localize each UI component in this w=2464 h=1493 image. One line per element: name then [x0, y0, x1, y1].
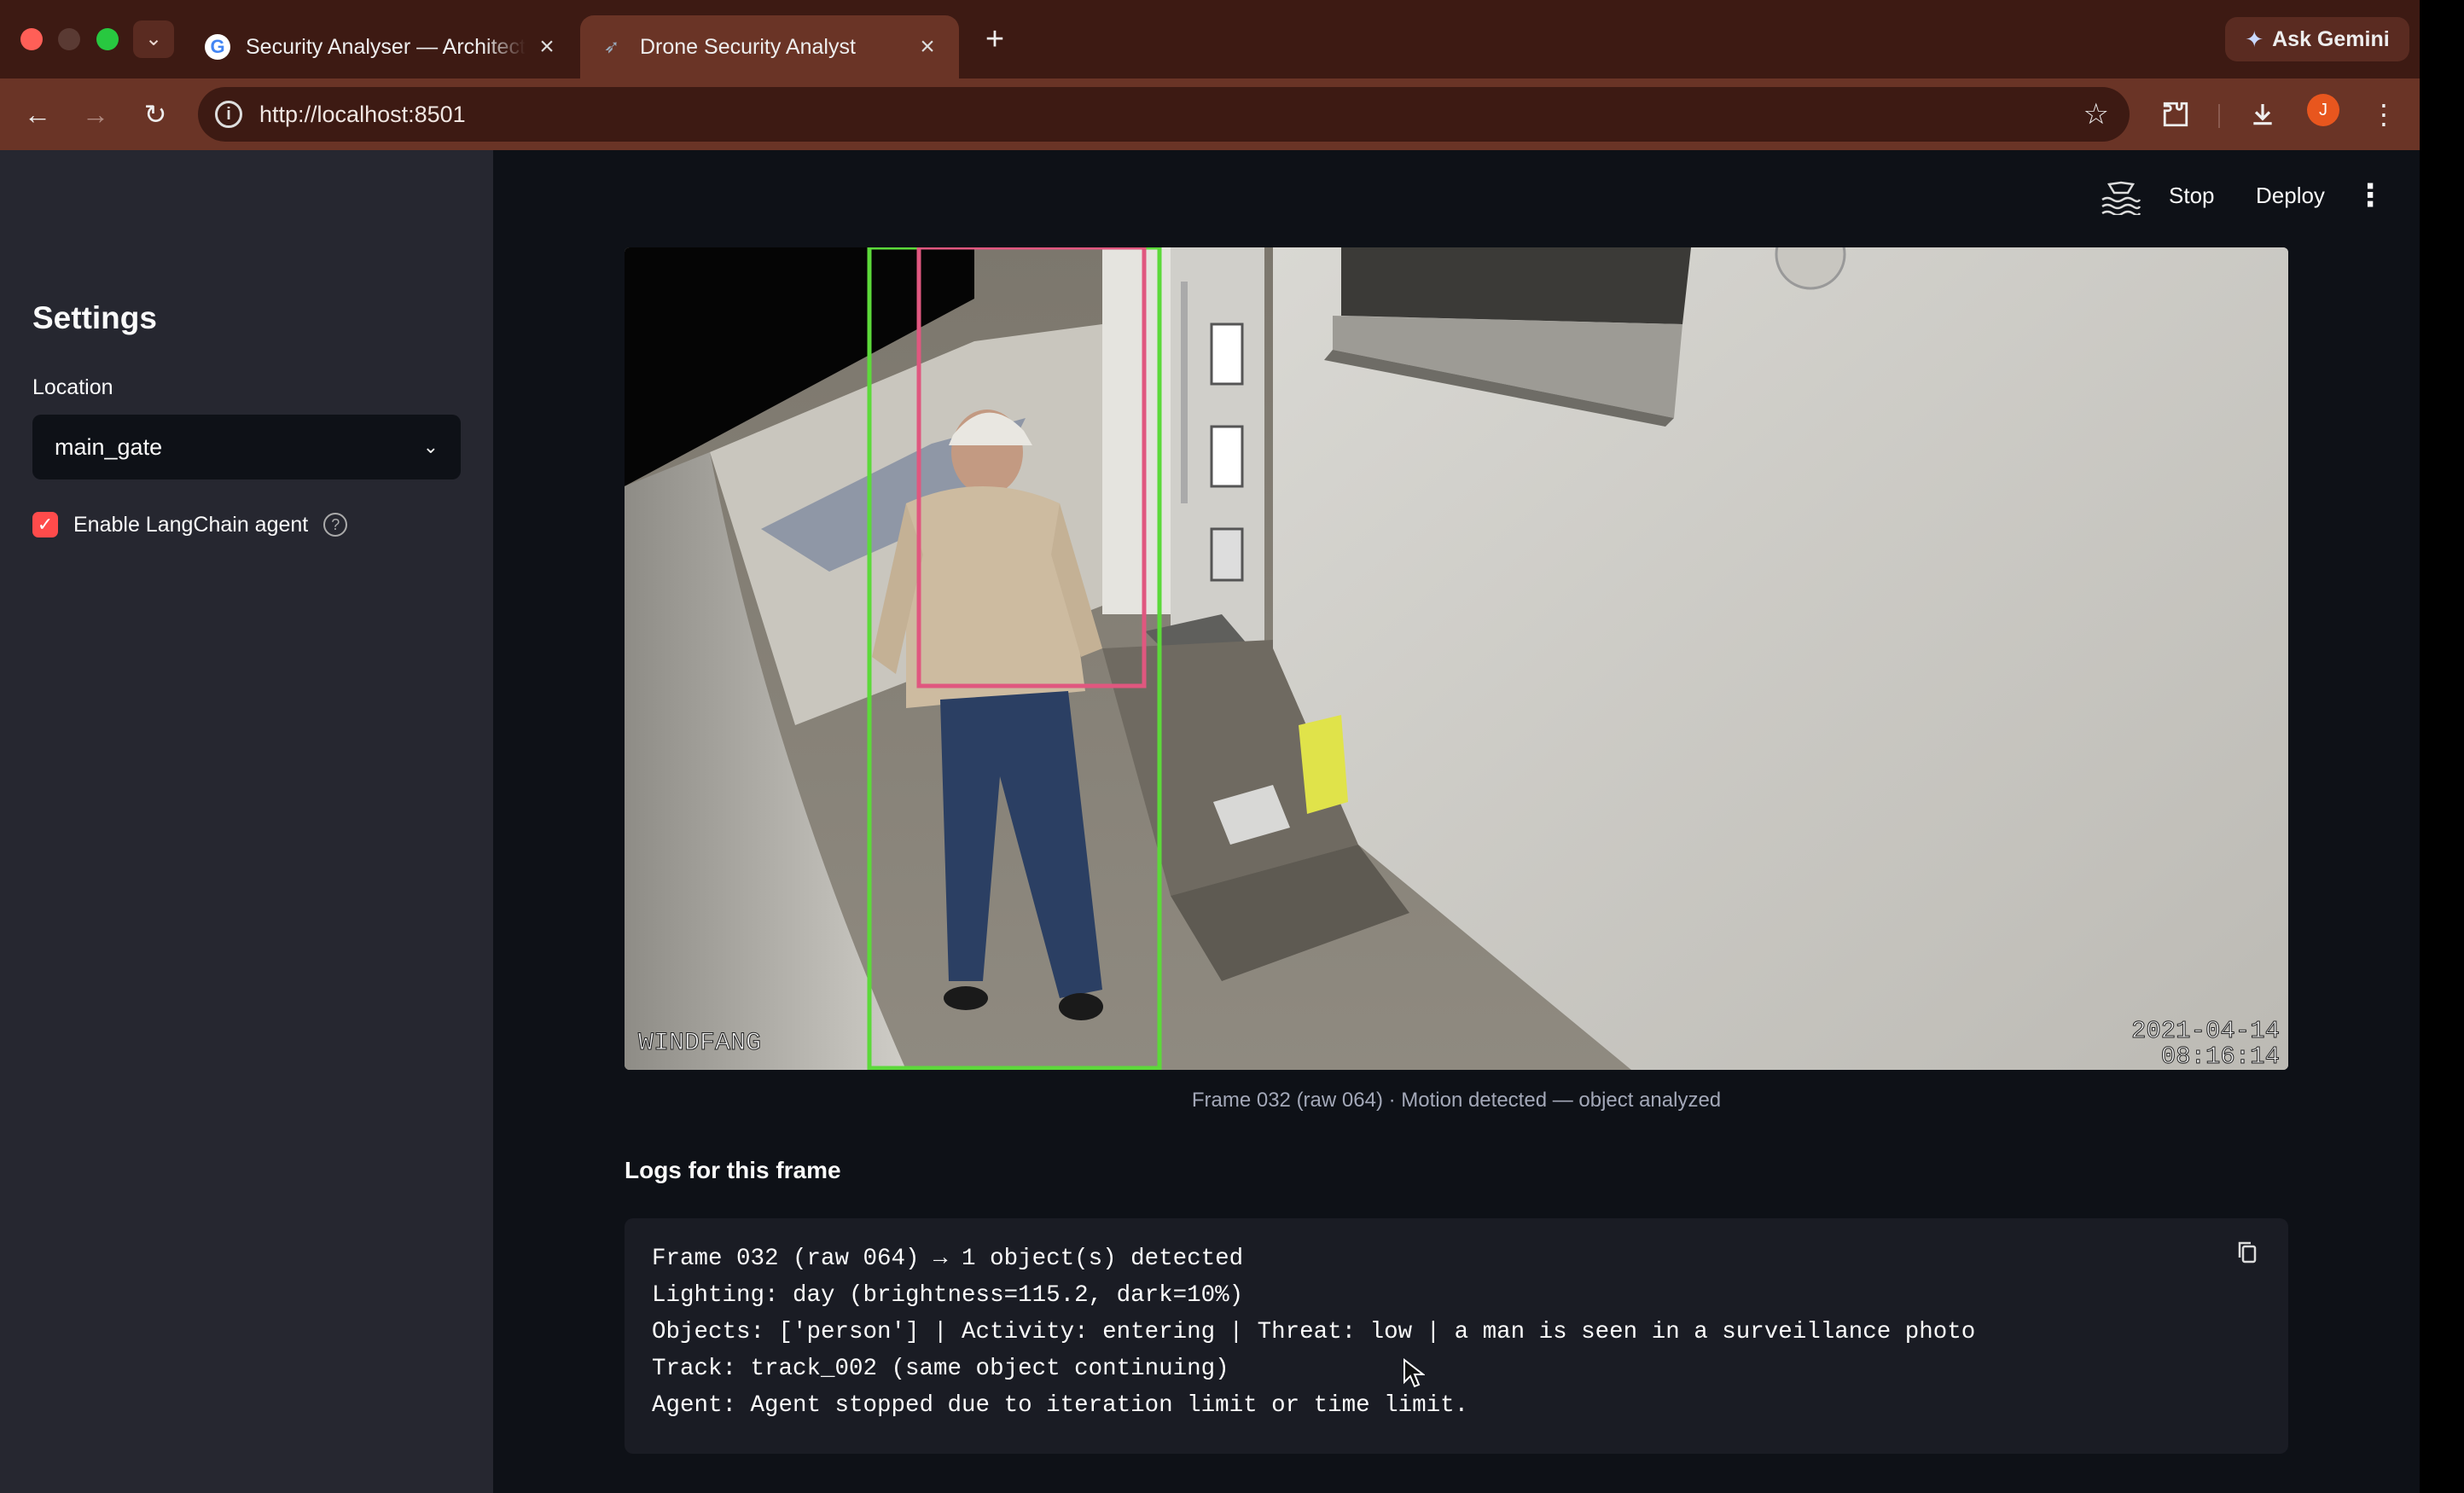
site-info-icon[interactable]: i	[215, 101, 242, 128]
chevron-down-icon: ⌄	[422, 436, 439, 457]
agent-checkbox-label: Enable LangChain agent	[73, 512, 309, 537]
camera-time-overlay: 08:16:14	[2161, 1043, 2280, 1070]
tab-strip: ⌄ G Security Analyser — Architect × ➶ Dr…	[0, 0, 2420, 78]
tab-title: Security Analyser — Architect	[246, 34, 526, 59]
tab-title: Drone Security Analyst	[640, 34, 856, 59]
bookmark-star-icon[interactable]: ☆	[2083, 87, 2109, 142]
frame-caption: Frame 032 (raw 064) · Motion detected — …	[1191, 1089, 1722, 1112]
streamlit-icon: ➶	[603, 36, 620, 57]
agent-checkbox[interactable]: ✓	[32, 512, 58, 537]
address-bar[interactable]: i http://localhost:8501 ☆	[198, 87, 2130, 142]
ask-gemini-label: Ask Gemini	[2272, 26, 2390, 51]
back-arrow-icon[interactable]: ←	[15, 92, 60, 137]
deploy-button[interactable]: Deploy	[2256, 183, 2325, 209]
log-line: Objects: ['person'] | Activity: entering…	[652, 1319, 1976, 1345]
help-question-icon[interactable]: ?	[323, 513, 348, 537]
camera-location-overlay: WINDFANG	[638, 1029, 761, 1058]
ask-gemini-button[interactable]: ✦ Ask Gemini	[2225, 17, 2409, 61]
main-menu-icon[interactable]: ⋮	[2355, 177, 2386, 213]
copy-icon[interactable]	[2237, 1240, 2258, 1264]
log-line: Track: track_002 (same object continuing…	[652, 1356, 1229, 1382]
stop-button[interactable]: Stop	[2169, 183, 2215, 209]
browser-menu-icon[interactable]: ⋮	[2362, 92, 2406, 137]
mouse-pointer-icon	[1403, 1358, 1425, 1388]
profile-avatar[interactable]: J	[2307, 94, 2339, 126]
location-select[interactable]: main_gate ⌄	[32, 415, 461, 479]
new-tab-button[interactable]: +	[976, 20, 1014, 58]
extensions-icon[interactable]	[2153, 92, 2198, 137]
browser-toolbar: ← → ↻ i http://localhost:8501 ☆ ⋮	[0, 78, 2420, 150]
camera-date-overlay: 2021-04-14	[2131, 1017, 2280, 1045]
log-line: Lighting: day (brightness=115.2, dark=10…	[652, 1282, 1244, 1309]
download-icon[interactable]	[2240, 92, 2285, 137]
tab-close-icon[interactable]: ×	[915, 32, 940, 61]
maximize-window-button[interactable]	[96, 28, 119, 50]
logs-heading: Logs for this frame	[625, 1157, 841, 1183]
forward-arrow-icon[interactable]: →	[73, 92, 118, 137]
tab-search-chevron-icon[interactable]: ⌄	[133, 20, 174, 58]
toolbar-divider	[2218, 104, 2220, 128]
log-line: Frame 032 (raw 064) → 1 object(s) detect…	[652, 1246, 1244, 1272]
sidebar	[0, 150, 493, 1493]
tab-close-icon[interactable]: ×	[534, 32, 560, 61]
agent-checkbox-row[interactable]: ✓ Enable LangChain agent ?	[32, 512, 348, 537]
sidebar-title: Settings	[32, 300, 157, 335]
google-icon: G	[205, 34, 230, 60]
reload-icon[interactable]: ↻	[133, 92, 177, 137]
log-code-block: Frame 032 (raw 064) → 1 object(s) detect…	[625, 1218, 2288, 1454]
browser-window: ⌄ G Security Analyser — Architect × ➶ Dr…	[0, 0, 2420, 1493]
camera-frame-image: WINDFANG 2021-04-14 08:16:14	[625, 247, 2288, 1070]
location-select-value: main_gate	[55, 433, 163, 460]
gemini-sparkle-icon: ✦	[2245, 26, 2264, 52]
url-text[interactable]: http://localhost:8501	[259, 87, 466, 142]
minimize-window-button[interactable]	[58, 28, 80, 50]
tab-drone-security-analyst[interactable]: ➶ Drone Security Analyst ×	[580, 15, 959, 78]
log-line: Agent: Agent stopped due to iteration li…	[652, 1392, 1469, 1419]
close-window-button[interactable]	[20, 28, 43, 50]
running-status-icon	[2101, 181, 2141, 215]
tab-security-analyser[interactable]: G Security Analyser — Architect ×	[186, 15, 578, 78]
location-label: Location	[32, 375, 113, 399]
